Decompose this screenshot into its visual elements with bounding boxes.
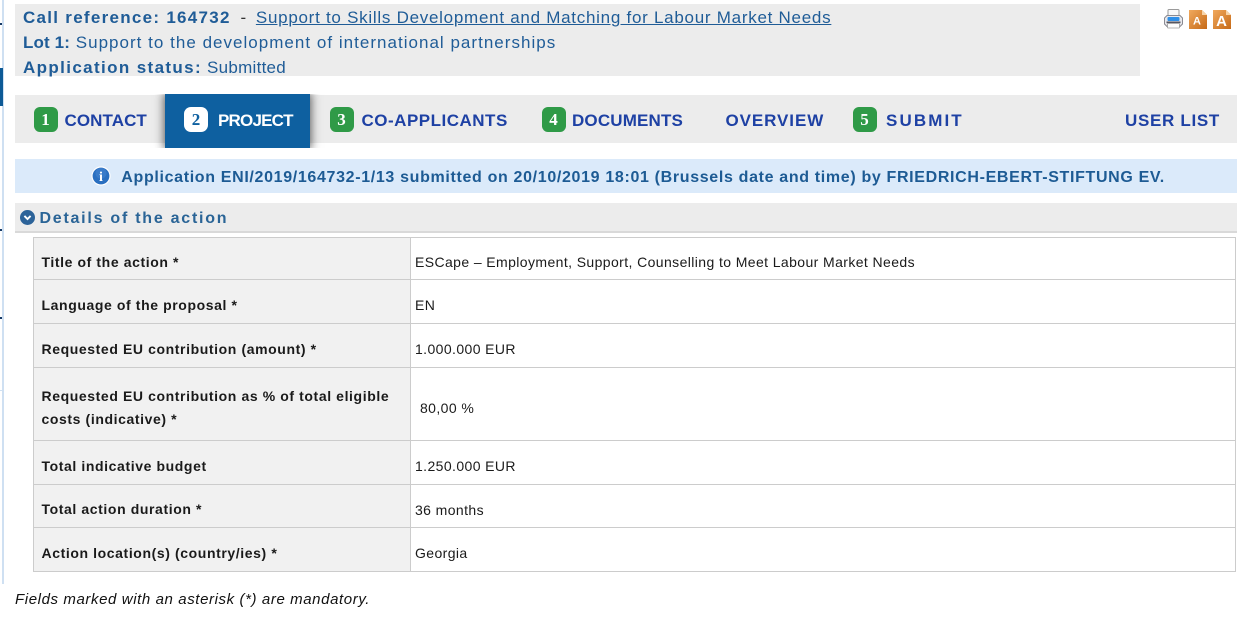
- svg-text:A: A: [1193, 16, 1201, 28]
- svg-text:i: i: [99, 170, 103, 185]
- svg-text:A: A: [1216, 13, 1227, 29]
